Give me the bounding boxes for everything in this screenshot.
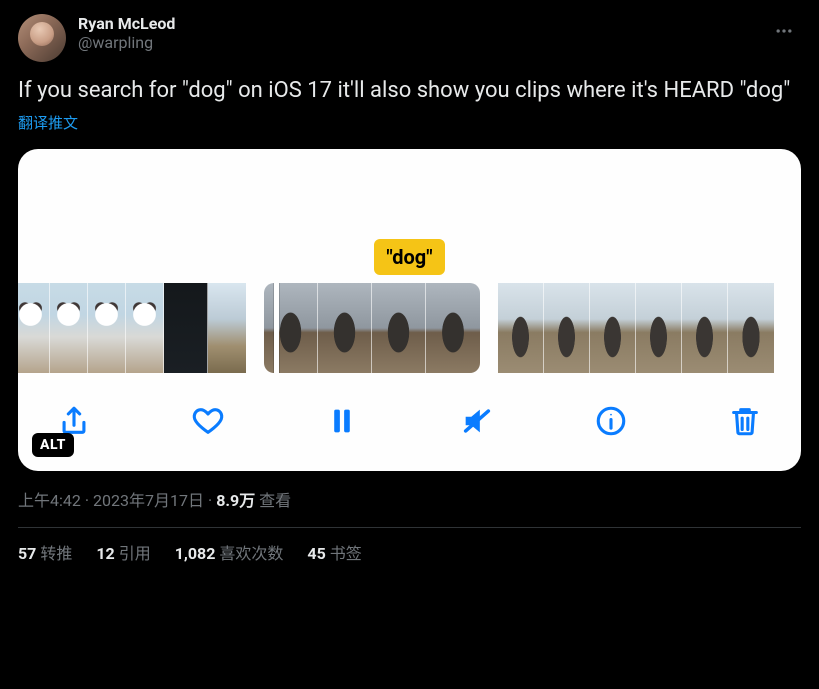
media-card[interactable]: "dog" [18,149,801,471]
more-button[interactable] [767,14,801,48]
more-icon [774,21,794,41]
trash-icon [728,404,762,438]
meta-time[interactable]: 上午4:42 [18,491,81,510]
alt-badge[interactable]: ALT [32,433,74,457]
display-name: Ryan McLeod [78,14,175,33]
clip-thumbnail[interactable] [18,283,246,373]
search-token-badge: "dog" [374,239,444,275]
views-label: 查看 [259,491,291,510]
info-icon [594,404,628,438]
avatar[interactable] [18,14,66,62]
media-controls [18,379,801,471]
tweet-header: Ryan McLeod @warpling [18,14,801,62]
video-timeline[interactable] [18,283,801,379]
mute-icon [460,404,494,438]
pause-button[interactable] [322,401,362,441]
mute-button[interactable] [457,401,497,441]
author-names[interactable]: Ryan McLeod @warpling [78,14,175,52]
tweet-container: Ryan McLeod @warpling If you search for … [0,0,819,574]
tweet-meta: 上午4:42·2023年7月17日·8.9万 查看 [18,487,801,511]
clip-thumbnail-active[interactable] [264,283,480,373]
handle: @warpling [78,33,175,52]
delete-button[interactable] [725,401,765,441]
views-count[interactable]: 8.9万 [216,491,255,510]
clip-thumbnail[interactable] [498,283,774,373]
tweet-text: If you search for "dog" on iOS 17 it'll … [18,76,801,106]
info-button[interactable] [591,401,631,441]
pause-icon [325,404,359,438]
heart-icon [191,404,225,438]
translate-link[interactable]: 翻译推文 [18,112,801,133]
likes-stat[interactable]: 1,082喜欢次数 [175,540,284,564]
separator [18,527,801,528]
meta-date[interactable]: 2023年7月17日 [93,491,204,510]
tweet-stats: 57转推 12引用 1,082喜欢次数 45书签 [18,540,801,564]
quotes-stat[interactable]: 12引用 [96,540,150,564]
like-button[interactable] [188,401,228,441]
retweets-stat[interactable]: 57转推 [18,540,72,564]
bookmarks-stat[interactable]: 45书签 [307,540,361,564]
playhead[interactable] [274,283,279,373]
